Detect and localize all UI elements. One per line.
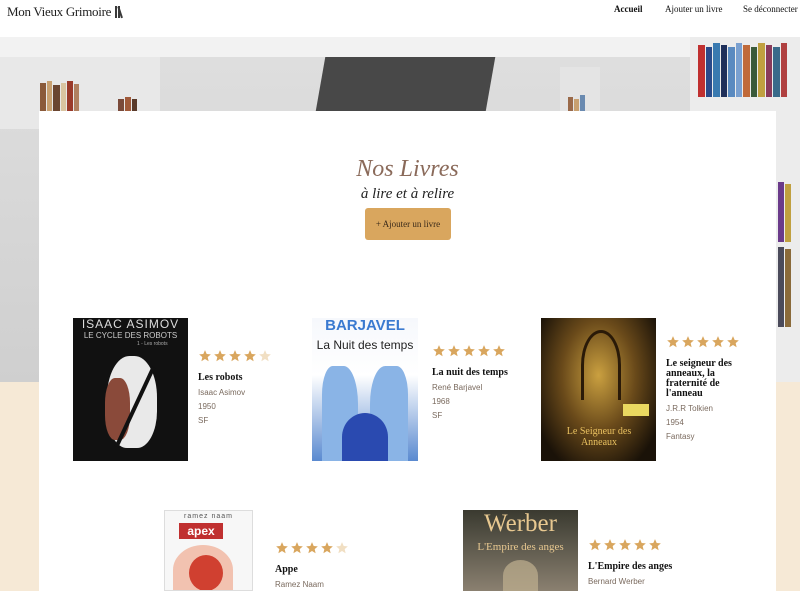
book-title[interactable]: Les robots bbox=[198, 373, 283, 383]
brand-logo[interactable]: Mon Vieux Grimoire bbox=[7, 4, 125, 20]
book-author: Ramez Naam bbox=[275, 580, 324, 589]
cover-author: Werber bbox=[484, 510, 557, 537]
star-filled-icon bbox=[321, 542, 333, 554]
star-filled-icon bbox=[712, 336, 724, 348]
star-filled-icon bbox=[276, 542, 288, 554]
star-filled-icon bbox=[199, 350, 211, 362]
cover-subtitle: 1 - Les robots bbox=[137, 341, 168, 347]
cover-title: Le Seigneur des Anneaux bbox=[566, 426, 632, 448]
book-cover[interactable]: ISAAC ASIMOV LE CYCLE DES ROBOTS 1 - Les… bbox=[73, 318, 188, 461]
nav-link-home[interactable]: Accueil bbox=[614, 4, 643, 14]
nav-link-logout[interactable]: Se déconnecter bbox=[743, 4, 798, 14]
book-year: 1968 bbox=[432, 397, 450, 406]
cover-author: ramez naam bbox=[184, 513, 233, 520]
book-title[interactable]: La nuit des temps bbox=[432, 368, 517, 378]
top-navbar: Mon Vieux Grimoire Accueil Ajouter un li… bbox=[0, 0, 800, 37]
book-info: Appe Ramez Naam bbox=[275, 541, 360, 589]
book-title[interactable]: Appe bbox=[275, 565, 360, 575]
book-author: Isaac Asimov bbox=[198, 388, 246, 397]
book-title[interactable]: Le seigneur des anneaux, la fraternité d… bbox=[666, 359, 746, 399]
book-info: Le seigneur des anneaux, la fraternité d… bbox=[666, 335, 746, 441]
star-filled-icon bbox=[229, 350, 241, 362]
book-info: Les robots Isaac Asimov 1950 SF bbox=[198, 349, 283, 425]
page-subtitle: à lire et à relire bbox=[360, 186, 455, 202]
page-title: Nos Livres bbox=[356, 156, 459, 182]
cover-title: apex bbox=[179, 523, 223, 539]
book-cover[interactable]: Werber L'Empire des anges bbox=[463, 510, 578, 591]
star-filled-icon bbox=[619, 539, 631, 551]
book-year: 1950 bbox=[198, 402, 216, 411]
star-empty-icon bbox=[336, 542, 348, 554]
add-book-button[interactable]: + Ajouter un livre bbox=[365, 208, 451, 240]
star-filled-icon bbox=[649, 539, 661, 551]
cover-author: ISAAC ASIMOV bbox=[81, 318, 180, 331]
star-filled-icon bbox=[589, 539, 601, 551]
cover-title: L'Empire des anges bbox=[477, 541, 564, 553]
star-filled-icon bbox=[214, 350, 226, 362]
rating-stars bbox=[588, 538, 673, 552]
cover-author: BARJAVEL bbox=[325, 318, 405, 334]
book-author: Bernard Werber bbox=[588, 577, 645, 586]
star-filled-icon bbox=[448, 345, 460, 357]
book-cover[interactable]: ramez naam apex bbox=[164, 510, 253, 591]
star-filled-icon bbox=[291, 542, 303, 554]
book-logo-icon bbox=[115, 6, 125, 19]
rating-stars bbox=[198, 349, 283, 363]
book-info: L'Empire des anges Bernard Werber bbox=[588, 538, 673, 586]
book-cover[interactable]: Le Seigneur des Anneaux bbox=[541, 318, 656, 461]
star-filled-icon bbox=[727, 336, 739, 348]
star-filled-icon bbox=[478, 345, 490, 357]
cover-series: LE CYCLE DES ROBOTS bbox=[83, 331, 178, 340]
cover-title: La Nuit des temps bbox=[316, 338, 414, 352]
books-panel: Nos Livres à lire et à relire + Ajouter … bbox=[39, 111, 776, 591]
nav-link-add-book[interactable]: Ajouter un livre bbox=[665, 4, 723, 14]
book-author: René Barjavel bbox=[432, 383, 483, 392]
star-filled-icon bbox=[634, 539, 646, 551]
book-genre: Fantasy bbox=[666, 432, 695, 441]
star-filled-icon bbox=[433, 345, 445, 357]
star-filled-icon bbox=[463, 345, 475, 357]
book-info: La nuit des temps René Barjavel 1968 SF bbox=[432, 344, 517, 420]
book-genre: SF bbox=[432, 411, 443, 420]
brand-name[interactable]: Mon Vieux Grimoire bbox=[7, 4, 111, 20]
book-cover[interactable]: BARJAVEL La Nuit des temps bbox=[312, 318, 418, 461]
star-filled-icon bbox=[697, 336, 709, 348]
star-empty-icon bbox=[259, 350, 271, 362]
star-filled-icon bbox=[306, 542, 318, 554]
star-filled-icon bbox=[493, 345, 505, 357]
book-title[interactable]: L'Empire des anges bbox=[588, 562, 673, 572]
star-filled-icon bbox=[682, 336, 694, 348]
book-genre: SF bbox=[198, 416, 209, 425]
rating-stars bbox=[666, 335, 746, 349]
star-filled-icon bbox=[604, 539, 616, 551]
star-filled-icon bbox=[667, 336, 679, 348]
rating-stars bbox=[275, 541, 360, 555]
star-filled-icon bbox=[244, 350, 256, 362]
book-year: 1954 bbox=[666, 418, 684, 427]
book-author: J.R.R Tolkien bbox=[666, 404, 713, 413]
rating-stars bbox=[432, 344, 517, 358]
